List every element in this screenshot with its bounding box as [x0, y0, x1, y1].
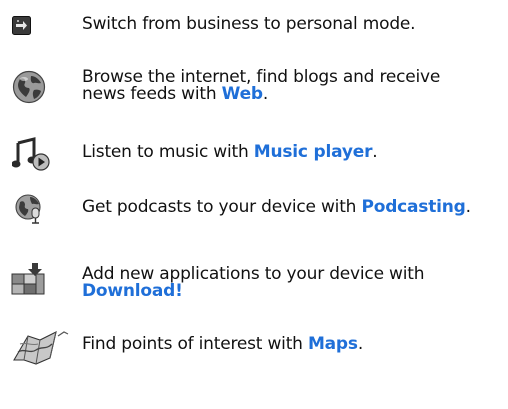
feature-text: Add new applications to your device with…: [82, 266, 502, 300]
music-player-link[interactable]: Music player: [254, 142, 373, 162]
feature-description-line2: Download!: [82, 283, 502, 300]
feature-description-prefix: news feeds with: [82, 84, 222, 104]
map-icon: [12, 330, 70, 366]
web-link[interactable]: Web: [222, 84, 263, 104]
maps-link[interactable]: Maps: [308, 334, 358, 354]
feature-description: Switch from business to personal mode.: [82, 14, 416, 34]
download-link[interactable]: Download!: [82, 281, 183, 301]
feature-text: Find points of interest with Maps.: [82, 336, 502, 353]
feature-text: Switch from business to personal mode.: [82, 16, 502, 33]
feature-text: Browse the internet, find blogs and rece…: [82, 69, 502, 103]
feature-description-suffix: .: [357, 334, 364, 354]
feature-description-suffix: .: [465, 197, 471, 217]
feature-description-prefix: Find points of interest with: [82, 334, 308, 354]
podcast-icon: [14, 193, 46, 225]
feature-description-prefix: Get podcasts to your device with: [82, 197, 362, 217]
feature-description-line2: news feeds with Web.: [82, 86, 502, 103]
feature-text: Listen to music with Music player.: [82, 144, 502, 161]
globe-icon: [12, 70, 46, 104]
feature-text: Get podcasts to your device with Podcast…: [82, 199, 502, 216]
download-grid-icon: [11, 262, 45, 296]
feature-description-suffix: .: [372, 142, 378, 162]
mode-switch-icon: [12, 16, 31, 35]
feature-description-prefix: Listen to music with: [82, 142, 254, 162]
podcasting-link[interactable]: Podcasting: [361, 197, 465, 217]
music-note-icon: [12, 137, 50, 171]
feature-description-suffix: .: [262, 84, 269, 104]
